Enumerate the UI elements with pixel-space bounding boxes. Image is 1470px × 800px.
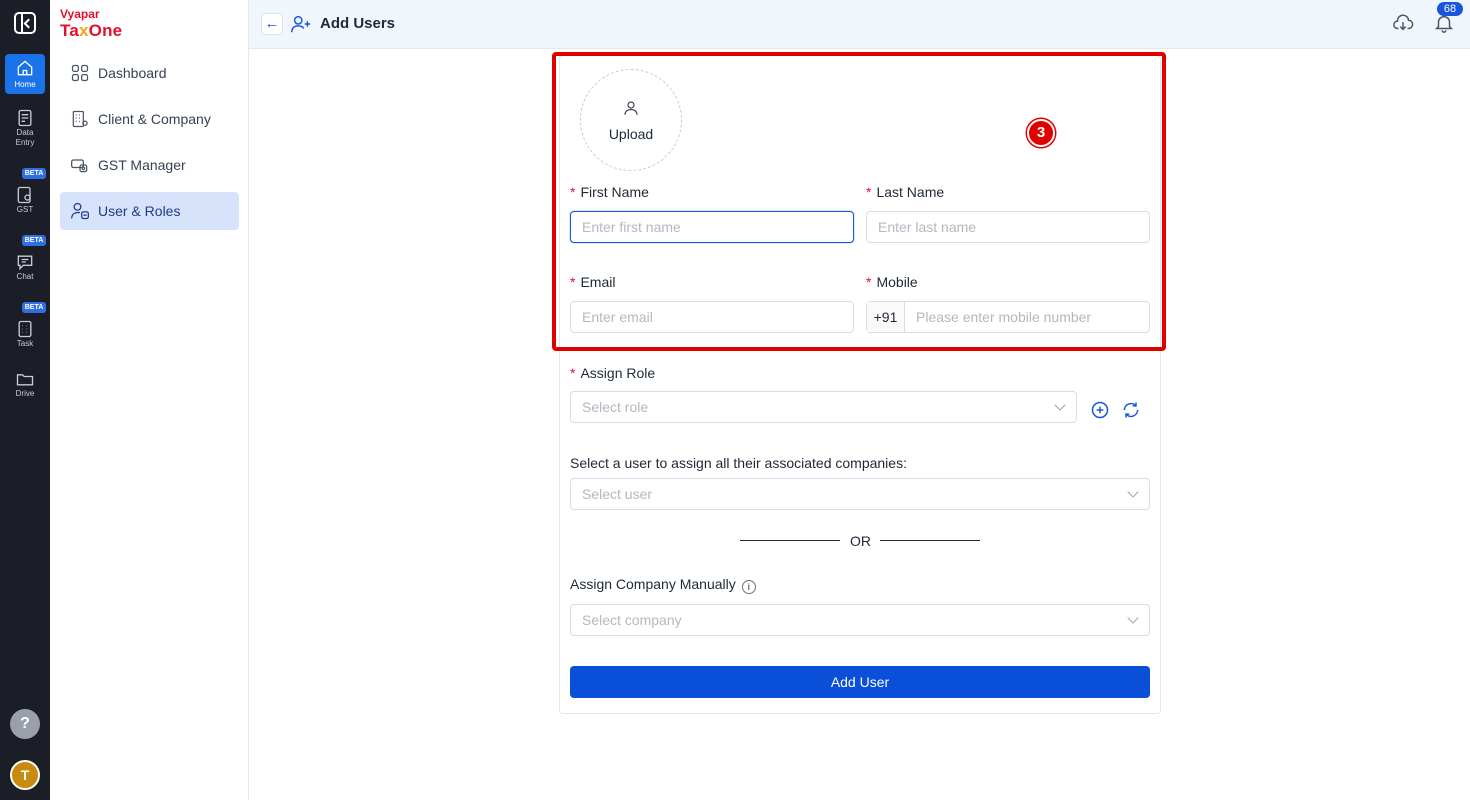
sidebar-toggle-icon[interactable] xyxy=(14,12,36,34)
chevron-down-icon xyxy=(1127,612,1139,624)
sidebar-item-dashboard[interactable]: Dashboard xyxy=(60,54,239,92)
company-placeholder: Select company xyxy=(582,612,682,628)
sidebar-item-user-roles[interactable]: User & Roles xyxy=(60,192,239,230)
info-icon[interactable]: i xyxy=(741,580,756,594)
arrow-left-icon: ← xyxy=(264,15,280,32)
rail-label: Data Entry xyxy=(15,128,35,147)
rail-label: Drive xyxy=(15,389,35,398)
task-icon xyxy=(18,320,32,338)
data-entry-icon xyxy=(18,109,32,127)
gst-icon xyxy=(17,186,31,204)
sidebar-item-label: User & Roles xyxy=(98,203,181,219)
sidebar-item-label: GST Manager xyxy=(98,157,186,173)
role-placeholder: Select role xyxy=(582,399,649,415)
notification-badge: 68 xyxy=(1437,2,1463,16)
beta-badge: BETA xyxy=(22,168,46,179)
folder-icon xyxy=(16,374,34,386)
assign-company-label: Assign Company Manually i xyxy=(570,576,756,594)
gst-manager-icon xyxy=(71,159,88,173)
avatar-upload[interactable]: Upload xyxy=(580,69,682,171)
brand-logo-top: Vyapar xyxy=(60,7,100,21)
rail-item-drive[interactable]: Drive xyxy=(5,369,45,401)
assign-role-label: * Assign Role xyxy=(570,365,656,381)
help-button[interactable]: ? xyxy=(10,709,40,739)
rail-label: Task xyxy=(16,339,34,348)
sidebar-item-label: Dashboard xyxy=(98,65,167,81)
rail-item-data-entry[interactable]: Data Entry xyxy=(5,108,45,152)
rail-item-chat[interactable]: Chat xyxy=(5,252,45,284)
sidebar-item-gst-manager[interactable]: GST Manager xyxy=(60,146,239,184)
last-name-label: * Last Name xyxy=(866,184,945,200)
sidebar: Vyapar TaxOne Dashboard Client & Company… xyxy=(50,0,249,800)
first-name-input[interactable] xyxy=(570,211,854,243)
building-icon xyxy=(72,110,88,128)
last-name-input[interactable] xyxy=(866,211,1150,243)
company-select[interactable]: Select company xyxy=(570,604,1150,636)
chat-icon xyxy=(17,255,33,271)
beta-badge: BETA xyxy=(22,302,46,313)
avatar[interactable]: T xyxy=(10,760,40,790)
sidebar-item-label: Client & Company xyxy=(98,111,211,127)
or-text: OR xyxy=(850,533,871,549)
refresh-icon[interactable] xyxy=(1121,400,1141,420)
role-select[interactable]: Select role xyxy=(570,391,1077,423)
upload-label: Upload xyxy=(608,126,654,142)
step-badge: 3 xyxy=(1027,119,1055,147)
cloud-download-icon[interactable] xyxy=(1392,12,1414,34)
add-user-icon xyxy=(291,15,311,33)
add-role-icon[interactable] xyxy=(1090,400,1110,420)
home-icon xyxy=(17,60,33,76)
chevron-down-icon xyxy=(1127,486,1139,498)
rail-item-home[interactable]: Home xyxy=(5,54,45,94)
dashboard-icon xyxy=(71,64,89,82)
user-roles-icon xyxy=(71,202,89,220)
assoc-user-label: Select a user to assign all their associ… xyxy=(570,455,907,471)
sidebar-item-client-company[interactable]: Client & Company xyxy=(60,100,239,138)
rail-item-task[interactable]: Task xyxy=(5,319,45,351)
brand-logo: TaxOne xyxy=(60,21,123,40)
chevron-down-icon xyxy=(1054,399,1066,411)
country-code[interactable]: +91 xyxy=(867,302,905,332)
user-icon xyxy=(624,101,638,115)
rail-label: Chat xyxy=(16,272,34,281)
divider xyxy=(880,540,980,541)
back-button[interactable]: ← xyxy=(261,13,283,35)
icon-rail: Home Data Entry BETA GST BETA Chat BETA … xyxy=(0,0,50,800)
rail-item-gst[interactable]: GST xyxy=(5,185,45,217)
beta-badge: BETA xyxy=(22,235,46,246)
add-user-button[interactable]: Add User xyxy=(570,666,1150,698)
mobile-input[interactable] xyxy=(905,302,1149,332)
divider xyxy=(740,540,840,541)
first-name-label: * First Name xyxy=(570,184,649,200)
user-select[interactable]: Select user xyxy=(570,478,1150,510)
page-title: Add Users xyxy=(320,15,396,32)
mobile-field: +91 xyxy=(866,301,1150,333)
user-placeholder: Select user xyxy=(582,486,653,502)
rail-label: GST xyxy=(16,205,34,214)
rail-label: Home xyxy=(14,80,36,89)
page-header: ← Add Users 68 xyxy=(249,0,1470,49)
email-label: * Email xyxy=(570,274,616,290)
email-input[interactable] xyxy=(570,301,854,333)
mobile-label: * Mobile xyxy=(866,274,918,290)
